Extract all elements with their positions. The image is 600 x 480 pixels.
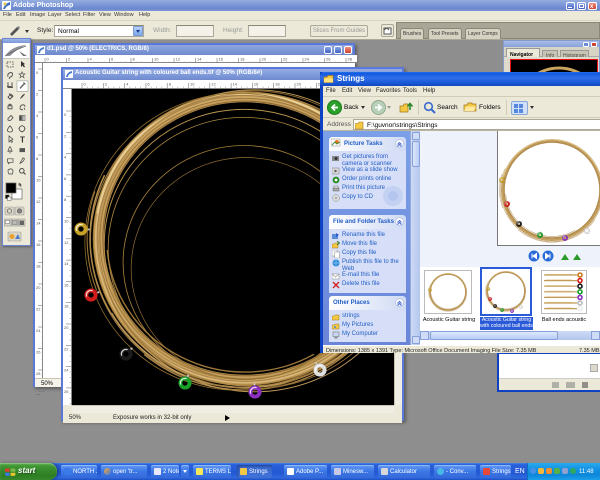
svg-text:24: 24: [305, 57, 310, 62]
svg-text:26: 26: [326, 57, 331, 62]
svg-text:20: 20: [64, 325, 69, 330]
svg-text:6: 6: [111, 57, 114, 62]
svg-text:8: 8: [133, 57, 136, 62]
svg-text:12: 12: [176, 57, 181, 62]
svg-text:8: 8: [64, 197, 67, 202]
svg-text:20: 20: [297, 82, 302, 87]
svg-text:T: T: [20, 135, 25, 144]
svg-text:22: 22: [283, 57, 288, 62]
svg-text:4: 4: [126, 82, 129, 87]
svg-text:16: 16: [219, 57, 224, 62]
svg-text:12: 12: [36, 199, 41, 204]
svg-text:2: 2: [36, 92, 39, 97]
svg-text:10: 10: [190, 82, 195, 87]
svg-text:4: 4: [64, 155, 67, 160]
svg-text:20: 20: [262, 57, 267, 62]
svg-text:6: 6: [36, 135, 39, 140]
svg-text:16: 16: [36, 242, 41, 247]
svg-text:16: 16: [254, 82, 259, 87]
svg-text:10: 10: [64, 219, 69, 224]
svg-text:14: 14: [233, 82, 238, 87]
svg-text:30: 30: [36, 393, 41, 396]
svg-text:18: 18: [36, 264, 41, 269]
svg-text:8: 8: [36, 156, 39, 161]
svg-text:2: 2: [64, 133, 67, 138]
svg-text:14: 14: [36, 221, 41, 226]
svg-text:0: 0: [47, 57, 50, 62]
svg-text:12: 12: [64, 240, 69, 245]
svg-text:0: 0: [64, 112, 67, 117]
svg-text:20: 20: [36, 285, 41, 290]
svg-text:24: 24: [36, 328, 41, 333]
svg-text:28: 28: [348, 57, 353, 62]
svg-text:10: 10: [154, 57, 159, 62]
svg-text:22: 22: [64, 346, 69, 351]
svg-text:4: 4: [90, 57, 93, 62]
svg-text:0: 0: [84, 82, 87, 87]
svg-text:2: 2: [68, 57, 71, 62]
svg-text:14: 14: [64, 261, 69, 266]
svg-text:4: 4: [36, 113, 39, 118]
svg-text:16: 16: [64, 282, 69, 287]
svg-text:24: 24: [64, 368, 69, 373]
svg-text:10: 10: [36, 178, 41, 183]
svg-text:12: 12: [211, 82, 216, 87]
svg-text:26: 26: [64, 389, 69, 394]
svg-text:6: 6: [64, 176, 67, 181]
svg-text:18: 18: [64, 304, 69, 309]
svg-text:18: 18: [275, 82, 280, 87]
svg-text:8: 8: [169, 82, 172, 87]
svg-text:26: 26: [36, 350, 41, 355]
svg-text:0: 0: [36, 70, 39, 75]
svg-text:6: 6: [147, 82, 150, 87]
svg-text:2: 2: [105, 82, 108, 87]
svg-text:18: 18: [240, 57, 245, 62]
svg-text:14: 14: [197, 57, 202, 62]
svg-text:28: 28: [36, 371, 41, 376]
svg-text:22: 22: [36, 307, 41, 312]
